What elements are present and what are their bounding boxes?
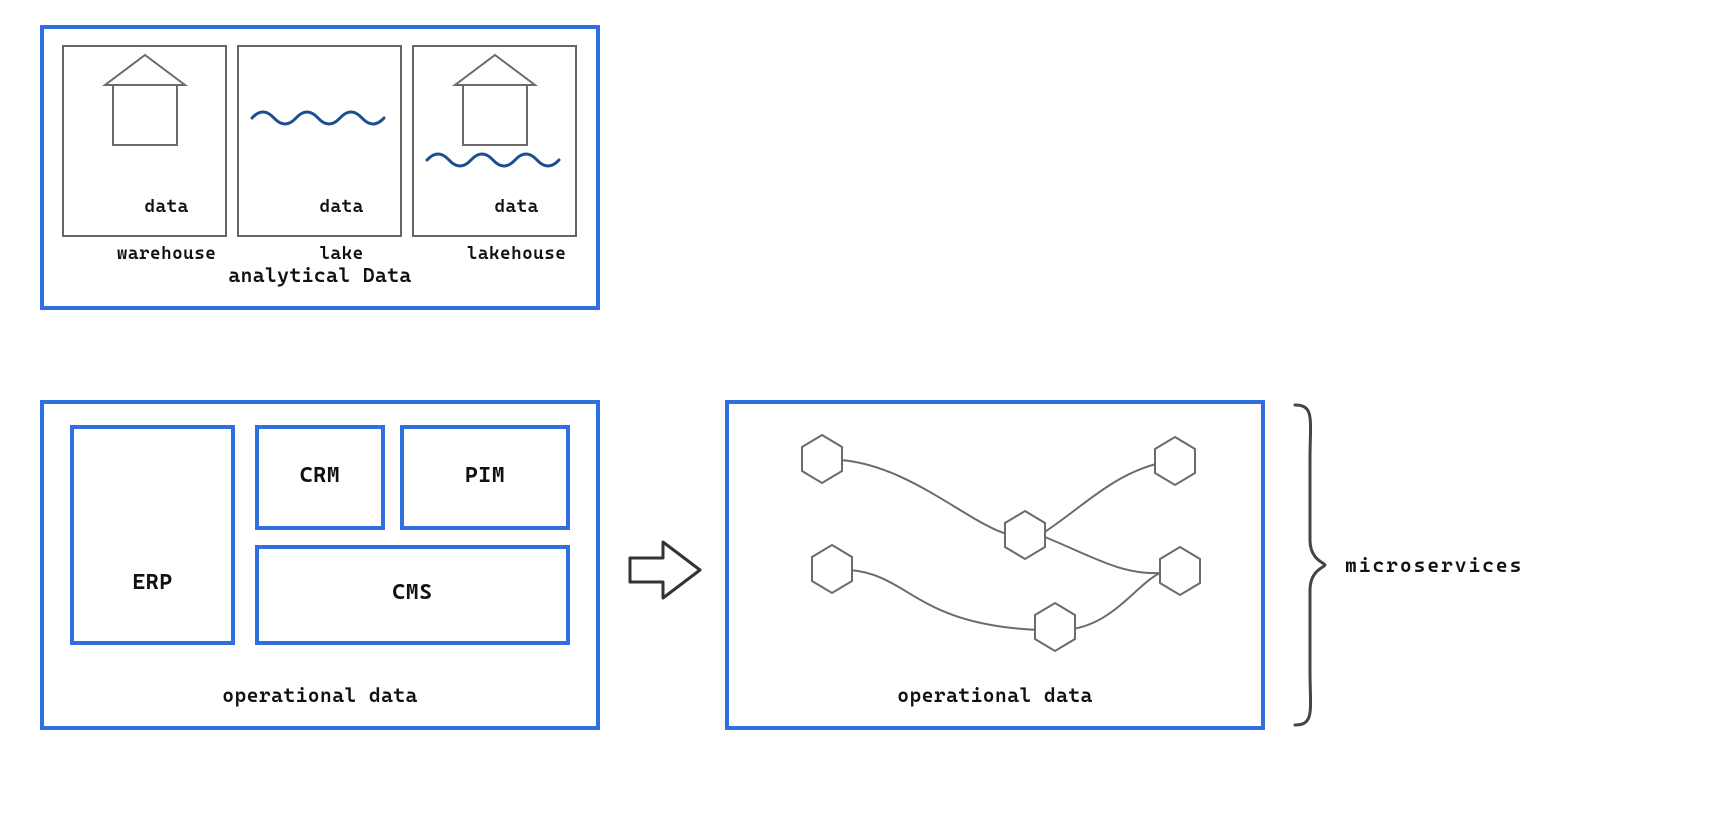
brace-icon <box>1290 400 1330 730</box>
microservices-graph-icon <box>740 415 1250 675</box>
erp-box <box>70 425 235 645</box>
cms-label: CMS <box>255 580 570 605</box>
arrow-right-icon <box>625 530 705 610</box>
analytical-title: analytical Data <box>40 263 600 287</box>
house-icon <box>95 55 195 155</box>
wave-icon <box>252 108 387 128</box>
operational-left-title: operational data <box>40 683 600 707</box>
crm-label: CRM <box>255 463 385 488</box>
diagram-canvas: data warehouse data lake data lakehouse … <box>0 0 1730 814</box>
house-icon <box>445 55 545 155</box>
erp-label: ERP <box>70 570 235 595</box>
pim-label: PIM <box>400 463 570 488</box>
operational-right-title: operational data <box>725 683 1265 707</box>
microservices-label: microservices <box>1345 553 1565 577</box>
wave-icon <box>427 150 562 170</box>
